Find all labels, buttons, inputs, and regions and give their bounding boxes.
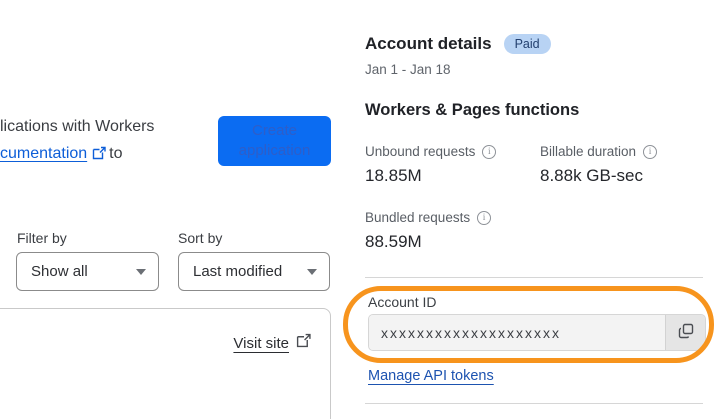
project-card: Visit site — [0, 308, 331, 419]
sort-dropdown-value: Last modified — [193, 263, 283, 280]
intro-line-1: lications with Workers — [0, 118, 155, 135]
account-details-title: Account details — [365, 34, 492, 53]
create-application-button[interactable]: Create application — [218, 116, 331, 166]
sort-dropdown[interactable]: Last modified — [178, 252, 330, 291]
intro-text: lications with Workers cumentation to — [0, 113, 154, 169]
divider — [365, 277, 703, 278]
account-id-label: Account ID — [368, 294, 437, 310]
account-details-header: Account details Paid — [365, 34, 551, 54]
visit-site-link[interactable]: Visit site — [233, 335, 289, 352]
account-id-field-group — [368, 314, 706, 351]
external-link-icon — [92, 142, 106, 169]
chevron-down-icon — [307, 268, 317, 275]
external-link-icon — [296, 333, 311, 353]
stat-billable-duration: Billable duration i 8.88k GB-sec — [540, 144, 658, 186]
manage-api-tokens-link[interactable]: Manage API tokens — [368, 368, 494, 384]
info-icon[interactable]: i — [482, 144, 497, 159]
paid-badge: Paid — [503, 34, 551, 54]
copy-account-id-button[interactable] — [665, 315, 705, 350]
filter-dropdown[interactable]: Show all — [16, 252, 159, 291]
sort-by-label: Sort by — [178, 230, 223, 246]
stat-value: 8.88k GB-sec — [540, 166, 643, 185]
stat-value: 18.85M — [365, 166, 422, 185]
filter-dropdown-value: Show all — [31, 263, 88, 280]
info-icon[interactable]: i — [643, 144, 658, 159]
documentation-link[interactable]: cumentation — [0, 145, 87, 162]
visit-site: Visit site — [233, 333, 311, 353]
intro-suffix: to — [109, 145, 123, 162]
functions-section-title: Workers & Pages functions — [365, 101, 580, 119]
account-id-input[interactable] — [369, 315, 665, 350]
stat-label: Unbound requests — [365, 144, 476, 159]
stat-label: Bundled requests — [365, 210, 471, 225]
stat-label: Billable duration — [540, 144, 637, 159]
stat-unbound-requests: Unbound requests i 18.85M — [365, 144, 497, 186]
stat-value: 88.59M — [365, 232, 422, 251]
chevron-down-icon — [136, 268, 146, 275]
stat-bundled-requests: Bundled requests i 88.59M — [365, 210, 492, 252]
divider — [365, 403, 703, 404]
copy-icon — [678, 323, 694, 342]
billing-date-range: Jan 1 - Jan 18 — [365, 62, 451, 77]
workers-pages-dashboard: lications with Workers cumentation to Cre… — [0, 0, 718, 419]
filter-by-label: Filter by — [17, 230, 67, 246]
info-icon[interactable]: i — [477, 210, 492, 225]
intro-line-2: cumentation to — [0, 140, 154, 169]
